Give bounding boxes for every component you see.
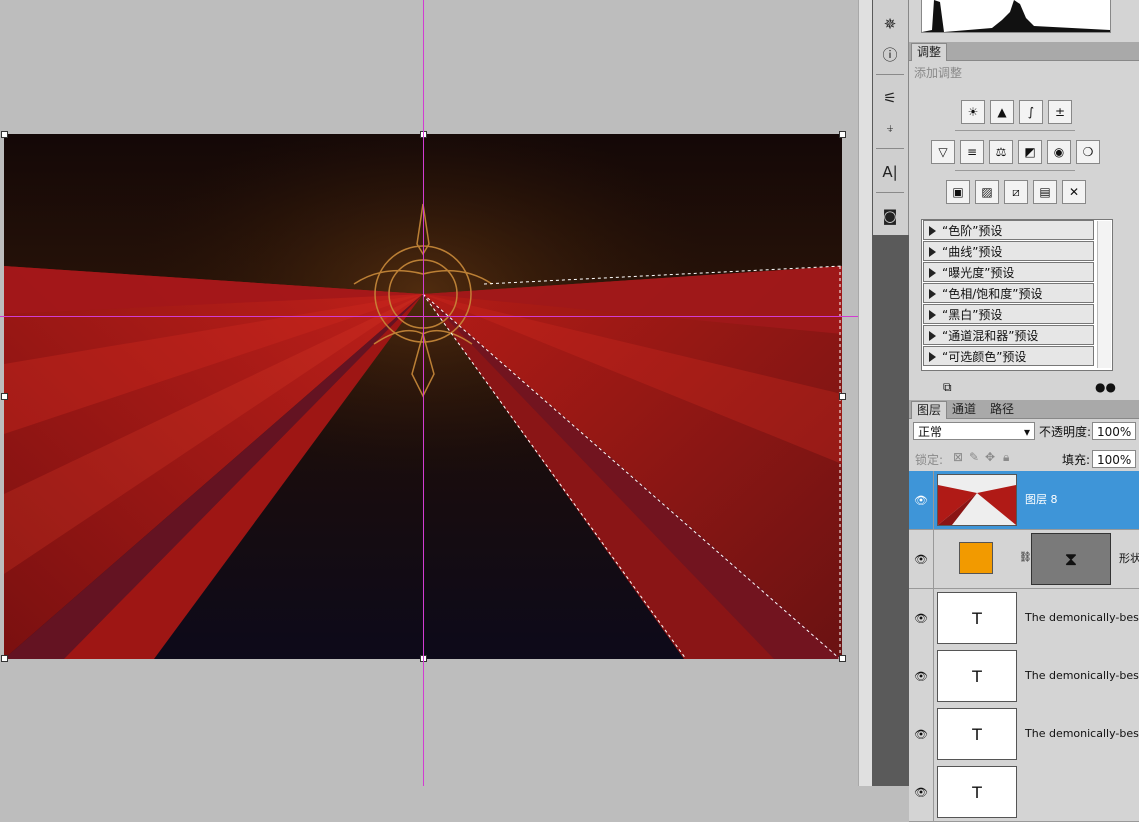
layer-row[interactable]: 👁︎ T The demonically-besiege xyxy=(909,589,1139,648)
shape-color-thumbnail[interactable] xyxy=(959,542,993,574)
layer-thumb-art xyxy=(938,475,1016,525)
hue-saturation-icon[interactable]: ≡ xyxy=(960,140,984,164)
eye-icon[interactable]: 👁︎ xyxy=(909,705,934,763)
photo-filter-icon[interactable]: ◉ xyxy=(1047,140,1071,164)
layer-row[interactable]: 👁︎ T The demonically-besiege xyxy=(909,705,1139,764)
brush-presets-icon[interactable]: ⚟ xyxy=(877,86,903,110)
tab-channels[interactable]: 通道 xyxy=(947,401,981,418)
preset-item[interactable]: “可选颜色”预设 xyxy=(923,346,1094,366)
vector-mask-thumbnail[interactable]: ⧗ xyxy=(1031,533,1111,585)
layer-name[interactable]: The demonically-besiege xyxy=(1025,589,1139,647)
fill-label: 填充: xyxy=(1062,453,1091,467)
preset-scrollbar[interactable] xyxy=(1097,221,1111,368)
lock-transparency-icon[interactable]: ⊠ xyxy=(953,450,963,464)
tab-adjustments[interactable]: 调整 xyxy=(911,43,948,61)
canvas-area[interactable] xyxy=(0,0,858,786)
black-white-icon[interactable]: ◩ xyxy=(1018,140,1042,164)
canvas-scrollbar[interactable] xyxy=(858,0,873,786)
fill-field[interactable]: 100% xyxy=(1092,450,1136,468)
layer-thumbnail xyxy=(937,474,1017,526)
layers-tabbar: 图层 通道 路径 xyxy=(909,400,1139,419)
chevron-down-icon: ▾ xyxy=(1023,425,1030,439)
character-icon[interactable]: A| xyxy=(877,160,903,184)
camera-icon[interactable]: ◙ xyxy=(877,204,903,228)
preset-item[interactable]: “通道混和器”预设 xyxy=(923,325,1094,345)
text-layer-thumbnail: T xyxy=(937,766,1017,818)
vibrance-icon[interactable]: ▽ xyxy=(931,140,955,164)
panel-icon-column: ✵ ⓘ ⚟ ⍖ A| ◙ xyxy=(873,0,909,235)
adjustments-subtitle: 添加调整 xyxy=(914,66,963,80)
preset-item[interactable]: “曝光度”预设 xyxy=(923,262,1094,282)
invert-icon[interactable]: ▣ xyxy=(946,180,970,204)
right-panels: 调整 添加调整 ☀ ▲ ∫ ± ▽ ≡ ⚖ ◩ ◉ ❍ ▣ ▨ ⧄ ▤ ✕ “色… xyxy=(909,0,1139,822)
blend-mode-value: 正常 xyxy=(918,425,943,439)
guide-vertical[interactable] xyxy=(423,0,424,786)
text-layer-thumbnail: T xyxy=(937,592,1017,644)
text-layer-thumbnail: T xyxy=(937,708,1017,760)
preset-item[interactable]: “色相/饱和度”预设 xyxy=(923,283,1094,303)
transform-handle[interactable] xyxy=(1,131,8,138)
eye-icon[interactable]: 👁︎ xyxy=(909,589,934,647)
levels-icon[interactable]: ▲ xyxy=(990,100,1014,124)
lock-pixels-icon[interactable]: ✎ xyxy=(969,450,979,464)
layer-name[interactable]: The demonically-besiege xyxy=(1025,705,1139,763)
opacity-field[interactable]: 100% xyxy=(1092,422,1136,440)
transform-handle[interactable] xyxy=(1,655,8,662)
exposure-icon[interactable]: ± xyxy=(1048,100,1072,124)
transform-handle[interactable] xyxy=(839,393,846,400)
preset-list: “色阶”预设 “曲线”预设 “曝光度”预设 “色相/饱和度”预设 “黑白”预设 … xyxy=(921,219,1113,371)
layer-name[interactable]: 形状 xyxy=(1119,530,1139,588)
text-layer-thumbnail: T xyxy=(937,650,1017,702)
navigator-icon[interactable]: ✵ xyxy=(877,12,903,36)
preset-item[interactable]: “色阶”预设 xyxy=(923,220,1094,240)
blend-mode-select[interactable]: 正常 ▾ xyxy=(913,422,1035,440)
link-icon[interactable]: ⛓ xyxy=(1019,552,1032,563)
eye-icon[interactable]: 👁︎ xyxy=(909,763,934,821)
clone-source-icon[interactable]: ⍖ xyxy=(877,116,903,140)
channel-mixer-icon[interactable]: ❍ xyxy=(1076,140,1100,164)
selective-color-icon[interactable]: ✕ xyxy=(1062,180,1086,204)
clip-icon[interactable]: ⧉ xyxy=(943,380,952,395)
brightness-icon[interactable]: ☀ xyxy=(961,100,985,124)
tab-layers[interactable]: 图层 xyxy=(911,401,948,419)
layer-row[interactable]: 👁︎ T xyxy=(909,763,1139,822)
transform-handle[interactable] xyxy=(839,131,846,138)
layer-name[interactable]: The demonically-besiege xyxy=(1025,647,1139,705)
eye-icon[interactable]: 👁︎ xyxy=(909,530,934,588)
transform-handle[interactable] xyxy=(1,393,8,400)
posterize-icon[interactable]: ▨ xyxy=(975,180,999,204)
layer-name[interactable]: 图层 8 xyxy=(1025,471,1058,529)
curves-icon[interactable]: ∫ xyxy=(1019,100,1043,124)
layer-row[interactable]: 👁︎ ⛓ ⧗ 形状 xyxy=(909,530,1139,589)
lock-position-icon[interactable]: ✥ xyxy=(985,450,995,464)
threshold-icon[interactable]: ⧄ xyxy=(1004,180,1028,204)
guide-horizontal[interactable] xyxy=(0,316,858,317)
eye-icon[interactable]: 👁︎ xyxy=(909,471,934,529)
gradient-map-icon[interactable]: ▤ xyxy=(1033,180,1057,204)
lock-all-icon[interactable]: 🔒︎ xyxy=(1003,450,1009,465)
adjustments-tabbar: 调整 xyxy=(909,42,1139,61)
info-icon[interactable]: ⓘ xyxy=(877,42,903,66)
transform-handle[interactable] xyxy=(839,655,846,662)
layer-row[interactable]: 👁︎ T The demonically-besiege xyxy=(909,647,1139,706)
lock-label: 锁定: xyxy=(915,453,944,467)
layer-row[interactable]: 👁︎ 图层 8 xyxy=(909,471,1139,530)
color-balance-icon[interactable]: ⚖ xyxy=(989,140,1013,164)
preset-item[interactable]: “曲线”预设 xyxy=(923,241,1094,261)
eye-icon[interactable]: 👁︎ xyxy=(909,647,934,705)
preset-item[interactable]: “黑白”预设 xyxy=(923,304,1094,324)
adjustment-menu-icon[interactable]: ●● xyxy=(1095,380,1116,394)
histogram-graph xyxy=(922,0,1110,32)
opacity-label: 不透明度: xyxy=(1039,425,1092,439)
tab-paths[interactable]: 路径 xyxy=(985,401,1019,418)
histogram xyxy=(921,0,1111,33)
